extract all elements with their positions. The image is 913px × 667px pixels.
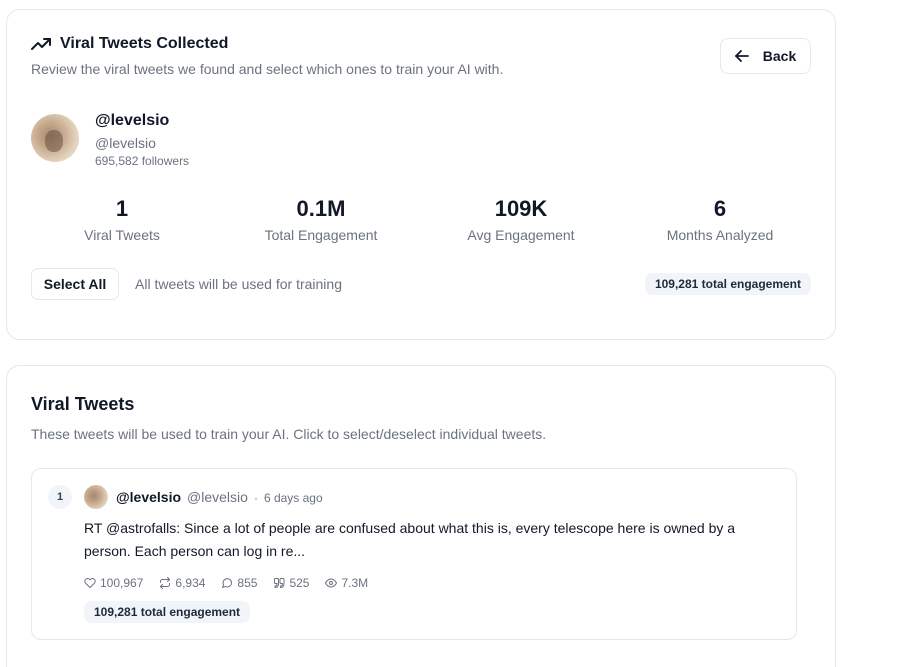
section-subtitle: These tweets will be used to train your … bbox=[31, 426, 547, 442]
stat-months-analyzed: 6 Months Analyzed bbox=[620, 196, 820, 243]
stat-label: Viral Tweets bbox=[84, 227, 160, 243]
avatar bbox=[31, 114, 79, 162]
stat-total-engagement: 0.1M Total Engagement bbox=[221, 196, 421, 243]
quote-icon bbox=[274, 578, 285, 588]
viral-tweets-summary-card: Viral Tweets Collected Review the viral … bbox=[6, 9, 836, 340]
replies-metric: 855 bbox=[221, 576, 257, 590]
total-engagement-badge: 109,281 total engagement bbox=[644, 273, 811, 295]
page-subtitle: Review the viral tweets we found and sel… bbox=[31, 61, 504, 77]
trending-up-icon bbox=[31, 38, 51, 50]
page-title: Viral Tweets Collected bbox=[60, 35, 229, 52]
stat-label: Months Analyzed bbox=[666, 227, 774, 243]
tweet-metrics: 100,967 6,934 855 525 7.3M bbox=[84, 576, 368, 590]
quotes-metric: 525 bbox=[273, 576, 309, 590]
reply-bubble-icon bbox=[222, 578, 233, 588]
likes-metric: 100,967 bbox=[84, 576, 143, 590]
tweet-author-handle: @levelsio bbox=[187, 489, 248, 505]
tweet-avatar bbox=[84, 485, 108, 509]
retweet-icon bbox=[160, 577, 171, 589]
select-all-button[interactable]: Select All bbox=[31, 268, 119, 300]
stat-avg-engagement: 109K Avg Engagement bbox=[421, 196, 621, 243]
viral-tweets-list-card: Viral Tweets These tweets will be used t… bbox=[6, 365, 836, 667]
page-header: Viral Tweets Collected bbox=[31, 35, 228, 53]
tweet-meta: @levelsio @levelsio · 6 days ago bbox=[116, 489, 323, 505]
tweet-author-name: @levelsio bbox=[116, 489, 182, 505]
stat-viral-tweets: 1 Viral Tweets bbox=[22, 196, 222, 243]
heart-icon bbox=[84, 577, 96, 588]
meta-separator: · bbox=[253, 491, 258, 505]
profile-name: @levelsio bbox=[95, 112, 170, 129]
stat-value: 0.1M bbox=[296, 196, 346, 221]
arrow-left-icon bbox=[734, 50, 749, 62]
retweets-metric: 6,934 bbox=[159, 576, 205, 590]
views-count: 7.3M bbox=[341, 576, 369, 590]
views-metric: 7.3M bbox=[325, 576, 368, 590]
tweet-card[interactable]: 1 @levelsio @levelsio · 6 days ago RT @a… bbox=[31, 468, 797, 640]
back-button-label: Back bbox=[762, 48, 797, 64]
profile-followers: 695,582 followers bbox=[95, 154, 190, 168]
tweet-index: 1 bbox=[48, 485, 72, 509]
back-button[interactable]: Back bbox=[720, 38, 811, 74]
tweet-engagement-badge: 109,281 total engagement bbox=[84, 601, 251, 623]
stat-value: 6 bbox=[713, 196, 727, 221]
retweets-count: 6,934 bbox=[175, 576, 206, 590]
quotes-count: 525 bbox=[289, 576, 310, 590]
likes-count: 100,967 bbox=[100, 576, 144, 590]
section-title: Viral Tweets bbox=[31, 394, 135, 414]
selection-note: All tweets will be used for training bbox=[135, 276, 342, 292]
stat-label: Total Engagement bbox=[264, 227, 378, 243]
stat-label: Avg Engagement bbox=[467, 227, 575, 243]
replies-count: 855 bbox=[237, 576, 258, 590]
eye-icon bbox=[325, 578, 338, 588]
tweet-text: RT @astrofalls: Since a lot of people ar… bbox=[84, 520, 736, 559]
stat-value: 1 bbox=[115, 196, 129, 221]
stat-value: 109K bbox=[494, 196, 548, 221]
tweet-time: 6 days ago bbox=[263, 491, 323, 505]
profile-handle: @levelsio bbox=[95, 135, 156, 151]
